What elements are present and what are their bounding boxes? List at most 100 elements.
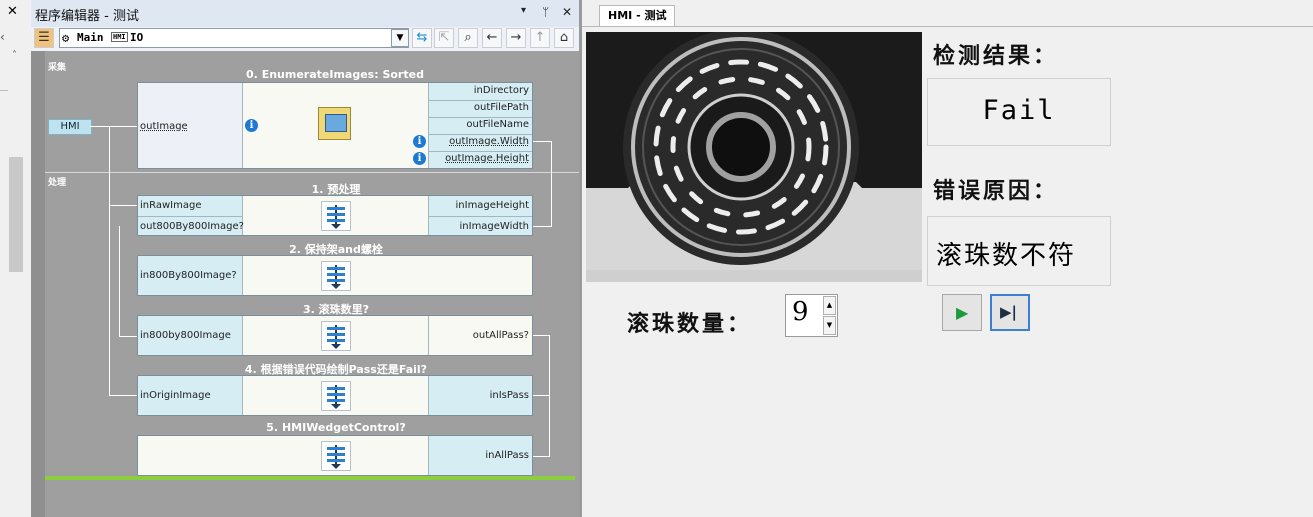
result-label: 检测结果： xyxy=(933,43,1059,69)
reason-box: 滚珠数不符 xyxy=(927,216,1111,286)
port-outfilepath[interactable]: outFilePath xyxy=(474,102,529,113)
port-indirectory[interactable]: inDirectory xyxy=(474,85,529,96)
chevron-up-icon[interactable]: ˄ xyxy=(12,50,17,61)
camera-image-view xyxy=(586,32,922,282)
connector-wire xyxy=(532,456,550,457)
path-segment-io[interactable]: IO xyxy=(130,31,143,44)
port-inispass[interactable]: inIsPass xyxy=(490,390,529,401)
play-icon: ▶ xyxy=(956,303,969,322)
ball-count-spinner[interactable]: 9 ▲ ▼ xyxy=(785,294,838,337)
close-icon[interactable]: ✕ xyxy=(7,4,18,19)
export-icon[interactable]: ⇱ xyxy=(434,28,454,48)
port-in800by800image[interactable]: in800By800Image? xyxy=(140,270,237,281)
port-outfilename[interactable]: outFileName xyxy=(466,119,529,130)
port-inimagewidth[interactable]: inImageWidth xyxy=(460,221,530,232)
dropdown-icon[interactable]: ▾ xyxy=(521,5,526,16)
divider xyxy=(429,117,532,118)
reason-label: 错误原因： xyxy=(933,178,1059,204)
port-inimageheight[interactable]: inImageHeight xyxy=(456,200,530,211)
home-icon[interactable]: ⌂ xyxy=(554,28,574,48)
step-icon: ▶| xyxy=(1000,303,1018,321)
connector-wire xyxy=(532,335,550,336)
node-title: 1. 预处理 xyxy=(311,183,361,196)
connector-wire xyxy=(119,226,120,336)
spin-down-icon[interactable]: ▼ xyxy=(823,316,836,335)
program-canvas[interactable]: 采集 处理 HMI 0. EnumerateImages: Sorted out… xyxy=(31,51,579,517)
scrollbar-thumb[interactable] xyxy=(9,157,23,272)
connector-wire xyxy=(549,335,550,457)
port-inrawimage[interactable]: inRawImage xyxy=(140,200,201,211)
info-icon[interactable]: i xyxy=(245,119,258,132)
pin-icon[interactable]: ᛘ xyxy=(542,5,549,19)
image-thumbnail xyxy=(325,114,347,132)
node-0-body[interactable]: outImage i inDirectory outFilePath outFi… xyxy=(137,82,533,169)
path-segment-main[interactable]: Main xyxy=(77,31,104,44)
connector-wire xyxy=(119,336,137,337)
gear-icon: ⚙ xyxy=(62,31,70,45)
folder-images-icon xyxy=(318,107,351,140)
result-value: Fail xyxy=(982,95,1056,126)
hmi-output-tag[interactable]: HMI xyxy=(48,119,92,135)
chevron-down-icon[interactable]: ▼ xyxy=(391,29,409,47)
connector-wire xyxy=(109,126,110,396)
editor-titlebar: 程序编辑器 - 测试 ▾ ᛘ ✕ xyxy=(31,0,579,28)
result-box: Fail xyxy=(927,78,1111,146)
node-2[interactable]: 2. 保持架and螺栓 in800By800Image? xyxy=(137,243,533,296)
divider xyxy=(429,100,532,101)
port-out800by800image[interactable]: out800By800Image? xyxy=(140,221,244,232)
ball-count-value[interactable]: 9 xyxy=(792,297,809,327)
connector-wire xyxy=(532,226,552,227)
node-title: 5. HMIWedgetControl? xyxy=(266,421,406,434)
section-label-process: 处理 xyxy=(48,178,67,188)
info-icon[interactable]: i xyxy=(413,152,426,165)
procedure-icon xyxy=(321,381,351,411)
node-title: 4. 根据错误代码绘制Pass还是Fail? xyxy=(244,363,428,376)
info-icon[interactable]: i xyxy=(413,135,426,148)
spin-up-icon[interactable]: ▲ xyxy=(823,296,836,315)
chevron-left-icon[interactable]: ‹ xyxy=(0,30,5,44)
step-button[interactable]: ▶| xyxy=(990,294,1030,331)
port-outimage[interactable]: outImage xyxy=(140,121,188,132)
hmi-panel: HMI - 测试 检测结果： Fail 错误原因： 滚珠数不符 滚珠数量： 9 … xyxy=(579,0,1313,517)
node-5[interactable]: 5. HMIWedgetControl? inAllPass xyxy=(137,421,533,476)
count-label: 滚珠数量： xyxy=(627,311,753,337)
port-inallpass[interactable]: inAllPass xyxy=(485,450,529,461)
program-editor-panel: 程序编辑器 - 测试 ▾ ᛘ ✕ ☰ ⚙ Main HMI IO ▼ ⇆ ⇱ ⌕… xyxy=(31,0,579,517)
node-title: 3. 滚珠数里? xyxy=(302,303,370,316)
program-path-combo[interactable]: ⚙ Main HMI IO xyxy=(59,28,409,48)
menu-icon[interactable]: ☰ xyxy=(34,28,54,48)
port-in800by800image[interactable]: in800by800Image xyxy=(140,330,231,341)
editor-toolbar: ☰ ⚙ Main HMI IO ▼ ⇆ ⇱ ⌕ ← → ↑ ⌂ xyxy=(31,27,579,52)
up-icon[interactable]: ↑ xyxy=(530,28,550,48)
procedure-icon xyxy=(321,321,351,351)
close-icon[interactable]: ✕ xyxy=(562,5,572,19)
hmi-tabbar: HMI - 测试 xyxy=(582,0,1313,27)
back-icon[interactable]: ← xyxy=(482,28,502,48)
search-icon[interactable]: ⌕ xyxy=(458,28,478,48)
left-dock-strip: ✕ ‹ ˄ xyxy=(0,0,32,517)
connector-wire xyxy=(551,161,552,227)
connector-wire xyxy=(532,395,550,396)
tab-hmi-test[interactable]: HMI - 测试 xyxy=(599,5,676,26)
divider xyxy=(0,90,8,91)
procedure-icon xyxy=(321,441,351,471)
port-outimage-height[interactable]: outImage.Height xyxy=(445,153,529,164)
hmi-icon: HMI xyxy=(111,32,128,42)
procedure-icon xyxy=(321,201,351,231)
procedure-icon xyxy=(321,261,351,291)
swap-icon[interactable]: ⇆ xyxy=(412,28,432,48)
node-1[interactable]: 1. 预处理 inRawImage out800By800Image? inIm… xyxy=(137,183,533,236)
node-4[interactable]: 4. 根据错误代码绘制Pass还是Fail? inOriginImage inI… xyxy=(137,363,533,416)
divider xyxy=(429,134,532,135)
connector-wire xyxy=(109,395,137,396)
connector-wire xyxy=(532,141,552,142)
port-outimage-width[interactable]: outImage.Width xyxy=(449,136,529,147)
forward-icon[interactable]: → xyxy=(506,28,526,48)
node-title: 2. 保持架and螺栓 xyxy=(289,243,383,256)
run-button[interactable]: ▶ xyxy=(942,294,982,331)
port-inoriginimage[interactable]: inOriginImage xyxy=(140,390,211,401)
program-end-line xyxy=(45,476,575,480)
port-outallpass[interactable]: outAllPass? xyxy=(473,330,529,341)
section-label-acquire: 采集 xyxy=(48,63,67,73)
node-3[interactable]: 3. 滚珠数里? in800by800Image outAllPass? xyxy=(137,303,533,356)
